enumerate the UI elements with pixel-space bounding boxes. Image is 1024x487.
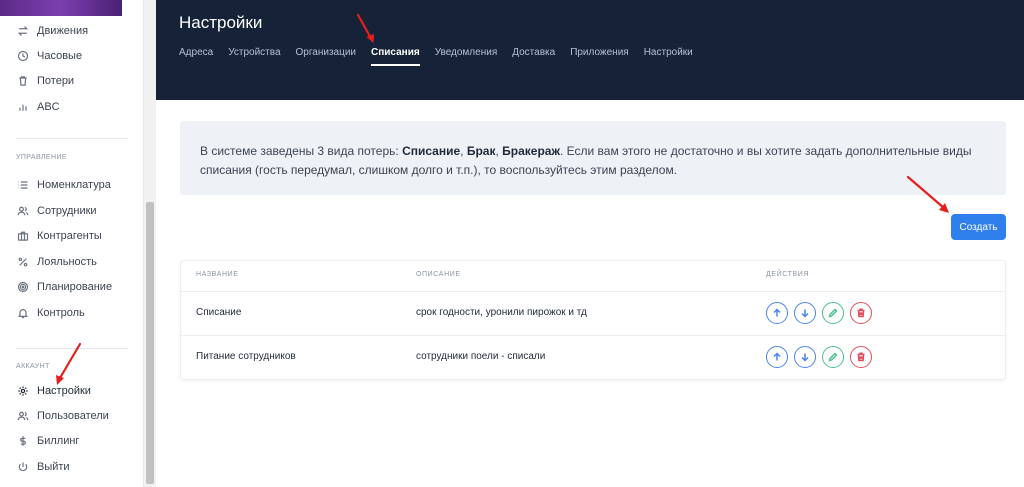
edit-button[interactable] [822, 346, 844, 368]
info-box: В системе заведены 3 вида потерь: Списан… [180, 121, 1006, 195]
arrows-swap-icon [16, 24, 30, 38]
sidebar-item-employees[interactable]: Сотрудники [16, 202, 97, 220]
arrow-up-icon [773, 352, 781, 361]
sidebar-item-nomenclature[interactable]: Номенклатура [16, 176, 111, 194]
scrollbar-thumb[interactable] [146, 202, 154, 484]
edit-button[interactable] [822, 302, 844, 324]
row-name: Питание сотрудников [196, 351, 296, 362]
sidebar-item-billing[interactable]: Биллинг [16, 432, 79, 450]
delete-button[interactable] [850, 346, 872, 368]
trash-icon [857, 308, 865, 318]
sidebar-item-abc[interactable]: ABC [16, 98, 60, 116]
sidebar-item-label: Контрагенты [37, 230, 102, 242]
info-text: В системе заведены 3 вида потерь: [200, 144, 403, 158]
info-bold-rejection: Бракераж [502, 144, 560, 158]
column-header-description: Описание [416, 271, 461, 278]
bell-icon [16, 306, 30, 320]
row-actions [766, 346, 878, 368]
move-down-button[interactable] [794, 302, 816, 324]
info-text: , [460, 144, 467, 158]
tab-settings[interactable]: Настройки [644, 47, 693, 66]
sidebar-section-title: Управление [16, 154, 67, 161]
table-row: Списание срок годности, уронили пирожок … [181, 291, 1005, 335]
sidebar-scrollbar[interactable] [143, 0, 156, 487]
pencil-icon [828, 352, 838, 362]
briefcase-icon [16, 229, 30, 243]
move-up-button[interactable] [766, 302, 788, 324]
sidebar-item-label: Часовые [37, 50, 83, 62]
info-bold-defect: Брак [466, 144, 496, 158]
tab-organizations[interactable]: Организации [296, 47, 356, 66]
tab-devices[interactable]: Устройства [228, 47, 280, 66]
blurred-account-name [0, 0, 122, 16]
create-button[interactable]: Создать [951, 214, 1006, 240]
info-bold-writeoff: Списание [402, 144, 461, 158]
sidebar-item-label: Номенклатура [37, 179, 111, 191]
row-actions [766, 302, 878, 324]
percent-icon [16, 255, 30, 269]
sidebar-item-label: Биллинг [37, 435, 80, 447]
list-icon [16, 178, 30, 192]
row-description: сотрудники поели - списали [416, 351, 546, 362]
settings-tabs: Адреса Устройства Организации Списания У… [179, 47, 708, 66]
sidebar: Движения Часовые Потери ABC Управление Н… [0, 0, 156, 487]
arrow-down-icon [801, 353, 809, 362]
sidebar-item-label: Контроль [37, 307, 85, 319]
page-title: Настройки [179, 13, 263, 32]
trash-icon [857, 352, 865, 362]
sidebar-item-losses[interactable]: Потери [16, 72, 74, 90]
sidebar-item-counterparties[interactable]: Контрагенты [16, 227, 102, 245]
sidebar-item-logout[interactable]: Выйти [16, 458, 70, 476]
users-icon [16, 204, 30, 218]
pencil-icon [828, 308, 838, 318]
tab-addresses[interactable]: Адреса [179, 47, 213, 66]
move-down-button[interactable] [794, 346, 816, 368]
table-row: Питание сотрудников сотрудники поели - с… [181, 335, 1005, 379]
power-icon [16, 460, 30, 474]
sidebar-item-planning[interactable]: Планирование [16, 278, 112, 296]
arrow-down-icon [801, 309, 809, 318]
sidebar-section-title: Аккаунт [16, 363, 50, 370]
delete-button[interactable] [850, 302, 872, 324]
sidebar-item-control[interactable]: Контроль [16, 304, 85, 322]
column-header-actions: Действия [766, 271, 810, 278]
trash-icon [16, 74, 30, 88]
sidebar-item-label: Потери [37, 75, 75, 87]
sidebar-item-label: Движения [37, 25, 89, 37]
users-icon [16, 409, 30, 423]
column-header-name: Название [196, 271, 239, 278]
sidebar-item-label: Пользователи [37, 410, 109, 422]
sidebar-item-users[interactable]: Пользователи [16, 407, 109, 425]
arrow-up-icon [773, 308, 781, 317]
sidebar-item-label: ABC [37, 101, 60, 113]
move-up-button[interactable] [766, 346, 788, 368]
sidebar-item-movements[interactable]: Движения [16, 22, 88, 40]
sidebar-divider [16, 138, 128, 139]
sidebar-item-hourly[interactable]: Часовые [16, 47, 82, 65]
sidebar-item-label: Лояльность [37, 256, 97, 268]
page-header: Настройки Адреса Устройства Организации … [156, 0, 1024, 100]
sidebar-item-settings[interactable]: Настройки [16, 382, 91, 400]
sidebar-item-label: Сотрудники [37, 205, 97, 217]
sidebar-divider [16, 348, 128, 349]
gear-icon [16, 384, 30, 398]
sidebar-item-label: Выйти [37, 461, 70, 473]
sidebar-item-label: Планирование [37, 281, 113, 293]
row-description: срок годности, уронили пирожок и тд [416, 307, 587, 318]
sidebar-item-loyalty[interactable]: Лояльность [16, 253, 97, 271]
clock-icon [16, 49, 30, 63]
tab-notifications[interactable]: Уведомления [435, 47, 498, 66]
row-name: Списание [196, 307, 242, 318]
tab-delivery[interactable]: Доставка [512, 47, 555, 66]
target-icon [16, 280, 30, 294]
writeoff-types-table: Название Описание Действия Списание срок… [180, 260, 1006, 380]
bar-chart-icon [16, 100, 30, 114]
tab-writeoffs[interactable]: Списания [371, 47, 420, 66]
sidebar-item-label: Настройки [37, 385, 91, 397]
tab-applications[interactable]: Приложения [570, 47, 629, 66]
dollar-icon [16, 434, 30, 448]
